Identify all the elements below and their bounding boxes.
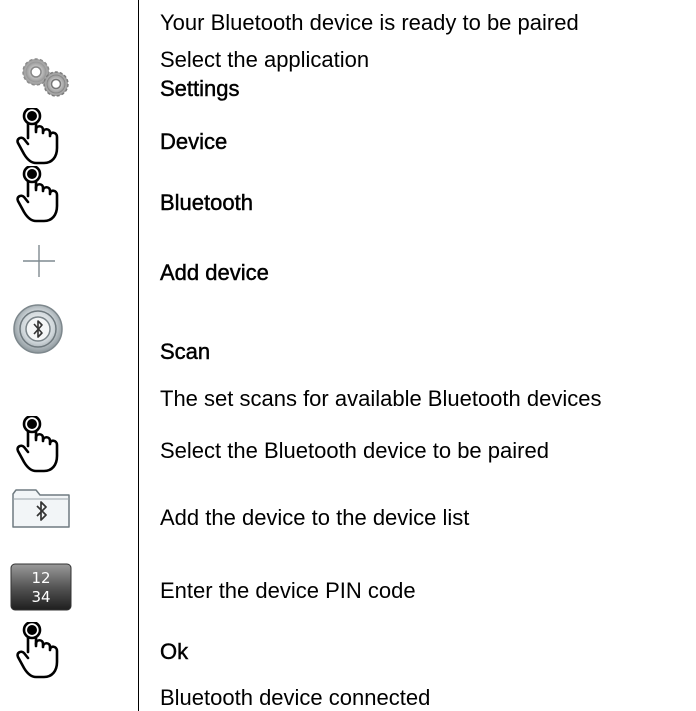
step-text: Bluetooth — [160, 190, 253, 215]
hand-pointer-icon — [16, 108, 59, 165]
step-text: Select the application — [160, 47, 370, 72]
keypad-bottom-digits: 34 — [31, 588, 50, 606]
step-text: The set scans for available Bluetooth de… — [160, 386, 602, 411]
step-text: Settings — [160, 76, 240, 101]
step-text: Scan — [160, 339, 211, 364]
step-text: Select the Bluetooth device to be paired — [160, 438, 549, 463]
keypad-top-digits: 12 — [31, 569, 50, 587]
keypad-1234-icon: 12 34 — [10, 563, 72, 611]
bluetooth-folder-icon — [12, 489, 70, 528]
step-text: Add device — [160, 260, 269, 285]
step-text: Bluetooth device connected — [160, 685, 431, 710]
step-text: Device — [160, 129, 228, 154]
step-text: Your Bluetooth device is ready to be pai… — [160, 10, 579, 35]
plus-icon — [23, 245, 55, 277]
step-text: Ok — [160, 639, 189, 664]
hand-pointer-icon — [16, 166, 59, 223]
hand-pointer-icon — [16, 622, 59, 679]
gears-icon — [22, 58, 69, 97]
bluetooth-scan-icon — [13, 304, 63, 354]
vertical-divider — [138, 0, 139, 711]
hand-pointer-icon — [16, 416, 59, 473]
step-text: Enter the device PIN code — [160, 578, 416, 603]
step-text: Add the device to the device list — [160, 505, 470, 530]
